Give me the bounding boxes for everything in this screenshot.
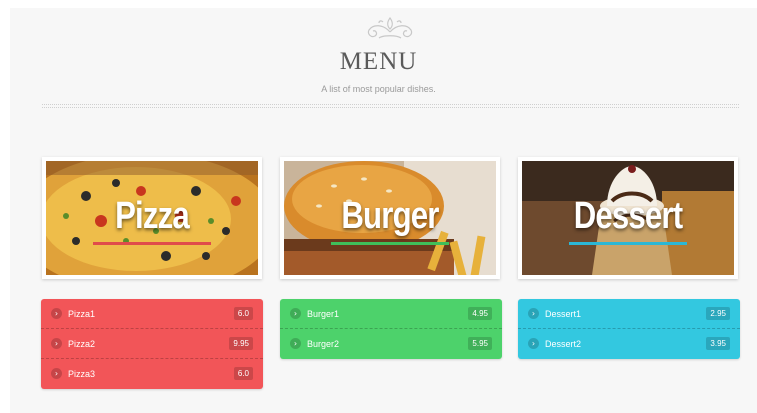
item-name: Pizza3 xyxy=(68,369,96,379)
item-price: 9.95 xyxy=(229,337,253,350)
category-label: Pizza xyxy=(115,195,190,237)
chevron-right-icon: › xyxy=(528,338,539,349)
item-name: Burger2 xyxy=(307,339,340,349)
page-subtitle: A list of most popular dishes. xyxy=(321,84,436,94)
list-item[interactable]: › Dessert2 3.95 xyxy=(518,329,740,359)
flourish-ornament-icon xyxy=(367,16,413,39)
list-item[interactable]: › Burger1 4.95 xyxy=(280,299,502,329)
page-title: MENU xyxy=(339,48,418,75)
category-card-burger[interactable]: Burger xyxy=(280,157,500,279)
item-price: 2.95 xyxy=(706,307,730,320)
burger-photo: Burger xyxy=(284,161,496,275)
item-name: Pizza2 xyxy=(68,339,96,349)
category-card-pizza[interactable]: Pizza xyxy=(42,157,262,279)
list-item[interactable]: › Pizza1 6.0 xyxy=(41,299,263,329)
item-price: 6.0 xyxy=(233,367,253,380)
pizza-photo: Pizza xyxy=(46,161,258,275)
chevron-right-icon: › xyxy=(290,338,301,349)
item-price: 6.0 xyxy=(233,307,253,320)
dessert-photo: Dessert xyxy=(522,161,734,275)
item-name: Dessert2 xyxy=(545,339,582,349)
category-underline xyxy=(569,242,687,245)
item-price: 5.95 xyxy=(468,337,492,350)
item-name: Dessert1 xyxy=(545,309,582,319)
menu-list-pizza: › Pizza1 6.0 › Pizza2 9.95 › Pizza3 6.0 xyxy=(41,299,263,389)
item-price: 4.95 xyxy=(468,307,492,320)
section-divider xyxy=(42,104,739,108)
chevron-right-icon: › xyxy=(51,338,62,349)
item-name: Pizza1 xyxy=(68,309,96,319)
menu-list-dessert: › Dessert1 2.95 › Dessert2 3.95 xyxy=(518,299,740,359)
item-price: 3.95 xyxy=(706,337,730,350)
category-underline xyxy=(93,242,211,245)
category-label: Burger xyxy=(341,195,439,237)
chevron-right-icon: › xyxy=(51,308,62,319)
category-card-dessert[interactable]: Dessert xyxy=(518,157,738,279)
category-underline xyxy=(331,242,449,245)
list-item[interactable]: › Pizza2 9.95 xyxy=(41,329,263,359)
chevron-right-icon: › xyxy=(290,308,301,319)
menu-list-burger: › Burger1 4.95 › Burger2 5.95 xyxy=(280,299,502,359)
list-item[interactable]: › Burger2 5.95 xyxy=(280,329,502,359)
list-item[interactable]: › Pizza3 6.0 xyxy=(41,359,263,389)
category-label: Dessert xyxy=(573,195,683,237)
item-name: Burger1 xyxy=(307,309,340,319)
chevron-right-icon: › xyxy=(51,368,62,379)
chevron-right-icon: › xyxy=(528,308,539,319)
list-item[interactable]: › Dessert1 2.95 xyxy=(518,299,740,329)
